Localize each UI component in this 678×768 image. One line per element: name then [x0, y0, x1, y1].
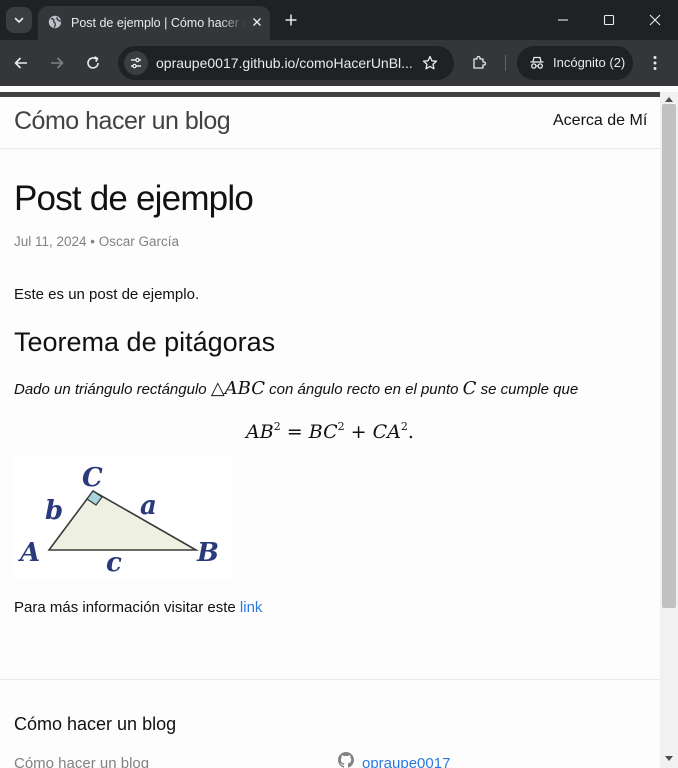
incognito-button[interactable]: Incógnito (2)	[517, 46, 633, 80]
footer-title: Cómo hacer un blog	[14, 714, 177, 734]
post-meta: Jul 11, 2024 • Oscar García	[14, 234, 180, 249]
site-info-button[interactable]	[124, 51, 148, 75]
side-label-c: c	[106, 548, 122, 578]
address-bar[interactable]: opraupe0017.github.io/comoHacerUnBl...	[118, 46, 454, 80]
tab-strip: Post de ejemplo | Cómo hacer un blog	[0, 0, 678, 40]
puzzle-icon	[473, 55, 487, 69]
browser-menu-button[interactable]	[644, 52, 666, 74]
browser-window: Post de ejemplo | Cómo hacer un blog	[0, 0, 678, 768]
site-title-link[interactable]: Cómo hacer un blog	[14, 106, 231, 136]
more-info-text: Para más información visitar este	[14, 599, 236, 616]
theorem-text-2: con ángulo recto en el punto	[269, 381, 459, 398]
reload-button[interactable]	[80, 50, 106, 76]
theorem-text-1: Dado un triángulo rectángulo	[14, 381, 207, 398]
site-footer: Cómo hacer un blog Cómo hacer un blog op…	[0, 679, 660, 768]
side-label-a: a	[140, 491, 157, 521]
vertex-label-c: C	[82, 463, 103, 493]
browser-toolbar: opraupe0017.github.io/comoHacerUnBl... I…	[0, 40, 678, 86]
tune-icon	[131, 57, 141, 69]
page-viewport: Cómo hacer un blog Acerca de Mí Post de …	[0, 92, 660, 768]
kebab-menu-icon	[653, 56, 657, 70]
eq-term-1: BC	[308, 421, 338, 443]
footer-site-name: Cómo hacer un blog	[14, 755, 150, 768]
github-link[interactable]: opraupe0017	[362, 754, 450, 768]
scrollbar-thumb[interactable]	[662, 104, 676, 608]
extensions-button[interactable]	[468, 52, 490, 74]
maximize-button[interactable]	[586, 0, 632, 40]
caret-down-icon	[665, 756, 673, 761]
incognito-icon	[530, 56, 544, 69]
side-label-b: b	[45, 496, 63, 526]
github-icon	[338, 752, 354, 768]
plus-icon	[285, 14, 297, 26]
eq-term-2: CA	[372, 421, 401, 443]
minimize-button[interactable]	[540, 0, 586, 40]
back-button[interactable]	[8, 50, 34, 76]
tab-title: Post de ejemplo | Cómo hacer un blog	[71, 16, 246, 30]
tab-close-button[interactable]	[248, 13, 266, 31]
site-header: Cómo hacer un blog Acerca de Mí	[0, 92, 660, 149]
more-info-paragraph: Para más información visitar este link	[14, 598, 262, 618]
eq-exp-1: 2	[273, 420, 281, 433]
new-tab-button[interactable]	[280, 9, 302, 31]
point-symbol: C	[462, 378, 477, 399]
right-triangle-image: C b a A B c	[14, 457, 232, 579]
tab-search-button[interactable]	[6, 7, 32, 33]
url-text: opraupe0017.github.io/comoHacerUnBl...	[156, 55, 413, 71]
maximize-icon	[603, 14, 615, 26]
close-icon	[649, 14, 661, 26]
pythagoras-equation: AB2 = BC2 + CA2.	[0, 414, 660, 445]
close-icon	[253, 18, 261, 26]
eq-lhs: AB	[246, 421, 274, 443]
bookmark-button[interactable]	[420, 53, 440, 73]
toolbar-divider	[505, 55, 506, 71]
eq-exp-3: 2	[400, 420, 408, 433]
vertex-label-a: A	[17, 538, 40, 568]
arrow-left-icon	[14, 57, 27, 69]
globe-icon	[48, 15, 62, 29]
eq-exp-2: 2	[337, 420, 345, 433]
minimize-icon	[558, 19, 568, 21]
active-tab[interactable]: Post de ejemplo | Cómo hacer un blog	[38, 6, 270, 40]
vertical-scrollbar[interactable]	[660, 92, 678, 768]
star-icon	[422, 55, 438, 70]
post-intro: Este es un post de ejemplo.	[14, 286, 200, 303]
chevron-down-icon	[14, 17, 24, 23]
eq-period: .	[407, 421, 414, 443]
section-heading: Teorema de pitágoras	[14, 327, 276, 357]
nav-link-about[interactable]: Acerca de Mí	[553, 111, 647, 131]
post-title: Post de ejemplo	[14, 179, 254, 218]
eq-plus: +	[350, 421, 367, 443]
caret-up-icon	[665, 97, 673, 102]
scroll-down-button[interactable]	[660, 752, 678, 766]
eq-equals: =	[286, 421, 303, 443]
reload-icon	[87, 56, 99, 69]
theorem-paragraph: Dado un triángulo rectángulo △ABC con án…	[14, 377, 578, 402]
forward-button[interactable]	[44, 50, 70, 76]
incognito-label: Incógnito (2)	[553, 55, 626, 70]
theorem-text-3: se cumple que	[480, 381, 579, 398]
arrow-right-icon	[51, 57, 64, 69]
more-info-link[interactable]: link	[240, 599, 263, 616]
triangle-shape	[47, 489, 200, 551]
vertex-label-b: B	[196, 538, 219, 568]
window-close-button[interactable]	[632, 0, 678, 40]
triangle-symbol: △ABC	[210, 378, 265, 399]
